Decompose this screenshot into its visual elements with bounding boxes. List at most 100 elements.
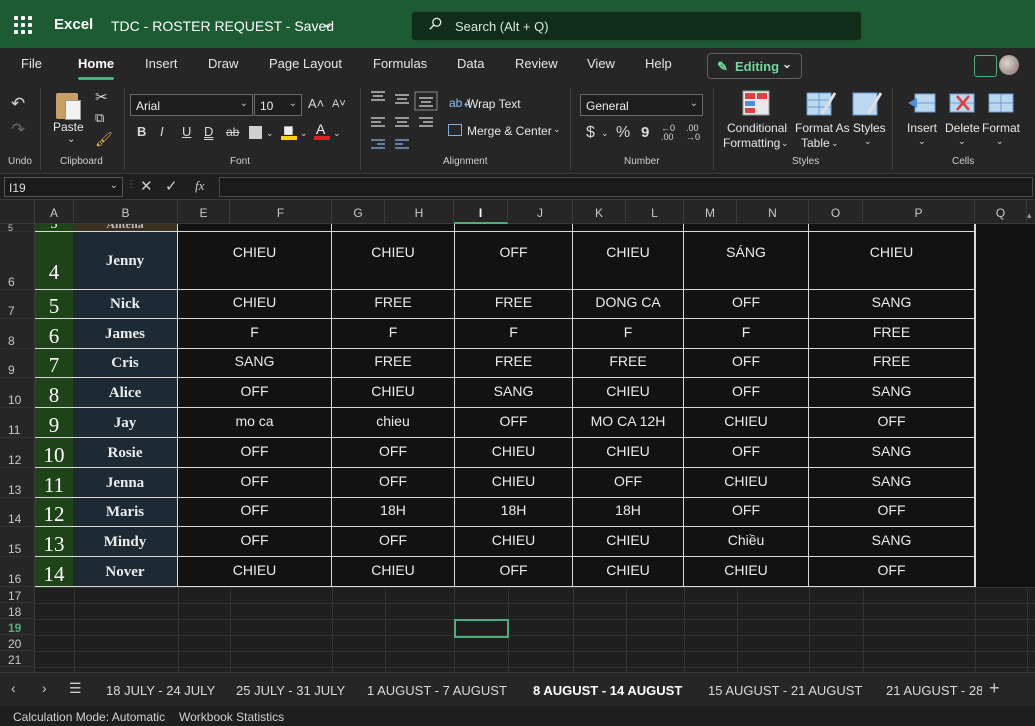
name-box[interactable]: I19 ⌄ — [4, 177, 123, 197]
tab-page-layout[interactable]: Page Layout — [269, 56, 342, 71]
tab-view[interactable]: View — [587, 56, 615, 71]
shift-cell[interactable]: OFF — [178, 527, 332, 557]
shift-cell[interactable] — [455, 224, 573, 232]
chevron-down-icon[interactable]: ⌄ — [67, 134, 75, 145]
font-size-select[interactable]: 10 ⌄ — [254, 94, 302, 116]
format-button[interactable]: Format — [982, 121, 1020, 135]
row-header[interactable]: 10 — [0, 378, 35, 408]
shift-cell[interactable]: CHIEU — [573, 557, 684, 587]
shift-cell[interactable]: OFF — [178, 378, 332, 408]
chevron-down-icon[interactable]: ⌄ — [300, 128, 308, 139]
row-header[interactable]: 17 — [0, 587, 35, 603]
formatting-label[interactable]: Formatting — [723, 136, 780, 150]
tab-review[interactable]: Review — [515, 56, 558, 71]
shift-cell[interactable]: SANG — [455, 378, 573, 408]
italic-button[interactable]: I — [160, 124, 164, 139]
comments-button[interactable] — [974, 55, 997, 77]
avatar[interactable] — [999, 55, 1019, 75]
chevron-down-icon[interactable]: ⌄ — [831, 138, 839, 149]
sheet-tab[interactable]: 1 AUGUST - 7 AUGUST — [367, 683, 507, 698]
column-header[interactable]: E — [178, 200, 230, 224]
chevron-down-icon[interactable]: ⌄ — [333, 128, 341, 139]
shift-cell[interactable]: Chiều — [684, 527, 809, 557]
shift-cell[interactable]: SANG — [809, 438, 975, 468]
tab-help[interactable]: Help — [645, 56, 672, 71]
paste-icon[interactable] — [54, 90, 82, 120]
shift-cell[interactable]: SANG — [809, 527, 975, 557]
shift-cell[interactable]: CHIEU — [332, 557, 455, 587]
shift-cell[interactable]: CHIEU — [455, 438, 573, 468]
row-number-cell[interactable]: 4 — [35, 232, 73, 290]
sheet-tab[interactable]: 15 AUGUST - 21 AUGUST — [708, 683, 862, 698]
row-header[interactable]: 18 — [0, 603, 35, 619]
row-number-cell[interactable]: 9 — [35, 408, 73, 438]
underline-button[interactable]: U — [182, 124, 191, 139]
shift-cell[interactable]: CHIEU — [332, 232, 455, 290]
comma-style-button[interactable]: 9 — [641, 124, 649, 141]
column-header[interactable]: Q — [975, 200, 1027, 224]
shift-cell[interactable]: FREE — [455, 290, 573, 319]
row-number-cell[interactable]: 12 — [35, 498, 73, 527]
conditional-label[interactable]: Conditional — [727, 121, 787, 135]
paste-button[interactable]: Paste — [53, 120, 84, 134]
column-header[interactable]: M — [684, 200, 737, 224]
sheet-tab[interactable]: 25 JULY - 31 JULY — [236, 683, 345, 698]
name-cell[interactable]: Nick — [73, 290, 178, 319]
cell-styles-icon[interactable] — [852, 90, 882, 118]
shift-cell[interactable]: CHIEU — [455, 468, 573, 498]
shift-cell[interactable] — [332, 224, 455, 232]
column-header[interactable]: F — [230, 200, 332, 224]
row-header[interactable]: 20 — [0, 635, 35, 651]
shift-cell[interactable]: CHIEU — [573, 378, 684, 408]
styles-button[interactable]: Styles — [853, 121, 886, 135]
name-cell[interactable]: Jenny — [73, 232, 178, 290]
shift-cell[interactable] — [178, 224, 332, 232]
scroll-up-icon[interactable]: ▴ — [1027, 210, 1032, 221]
workbook-statistics[interactable]: Workbook Statistics — [179, 710, 284, 724]
shift-cell[interactable]: OFF — [178, 468, 332, 498]
column-header[interactable]: J — [508, 200, 573, 224]
delete-button[interactable]: Delete — [945, 121, 980, 135]
shift-cell[interactable]: OFF — [455, 232, 573, 290]
shift-cell[interactable]: OFF — [809, 408, 975, 438]
column-header[interactable]: P — [863, 200, 975, 224]
app-launcher-icon[interactable] — [14, 16, 32, 34]
shift-cell[interactable]: CHIEU — [178, 232, 332, 290]
currency-button[interactable]: $ — [586, 124, 595, 142]
worksheet-grid[interactable]: A B E F G H I J K L M N O P Q ▴ 5 6 7 8 9 10 1… — [0, 200, 1035, 672]
format-as-label[interactable]: Format As — [795, 121, 850, 135]
shift-cell[interactable]: F — [573, 319, 684, 349]
column-header[interactable]: K — [573, 200, 626, 224]
name-cell[interactable]: James — [73, 319, 178, 349]
grow-font-icon[interactable]: A˄ — [308, 96, 324, 111]
shift-cell[interactable]: F — [684, 319, 809, 349]
merge-center-button[interactable]: Merge & Center — [467, 124, 552, 138]
row-header[interactable]: 15 — [0, 527, 35, 557]
shift-cell[interactable]: OFF — [684, 378, 809, 408]
sheet-tab-active[interactable]: 8 AUGUST - 14 AUGUST — [526, 683, 689, 708]
percent-button[interactable]: % — [616, 124, 630, 142]
chevron-down-icon[interactable]: ⌄ — [996, 136, 1004, 147]
row-number-cell[interactable]: 13 — [35, 527, 73, 557]
tab-home[interactable]: Home — [78, 56, 115, 80]
shift-cell[interactable]: CHIEU — [573, 438, 684, 468]
name-cell[interactable]: Jenna — [73, 468, 178, 498]
shift-cell[interactable]: OFF — [178, 438, 332, 468]
shift-cell[interactable]: FREE — [332, 349, 455, 378]
redo-icon[interactable]: ↷ — [11, 120, 25, 140]
shift-cell[interactable]: OFF — [455, 557, 573, 587]
shift-cell[interactable]: mo ca — [178, 408, 332, 438]
shift-cell[interactable]: SÁNG — [684, 232, 809, 290]
shift-cell[interactable]: OFF — [178, 498, 332, 527]
table-label[interactable]: Table — [801, 136, 830, 150]
shift-cell[interactable] — [809, 224, 975, 232]
more-options-icon[interactable]: ⋮ — [126, 179, 136, 190]
shift-cell[interactable]: SANG — [809, 468, 975, 498]
row-header-selected[interactable]: 19 — [0, 619, 35, 635]
shift-cell[interactable] — [684, 224, 809, 232]
chevron-down-icon[interactable]: ⌄ — [958, 136, 966, 147]
alignment-icons[interactable] — [369, 88, 439, 154]
row-header[interactable]: 5 — [0, 224, 35, 232]
font-name-select[interactable]: Arial ⌄ — [130, 94, 253, 116]
column-header[interactable]: G — [332, 200, 385, 224]
